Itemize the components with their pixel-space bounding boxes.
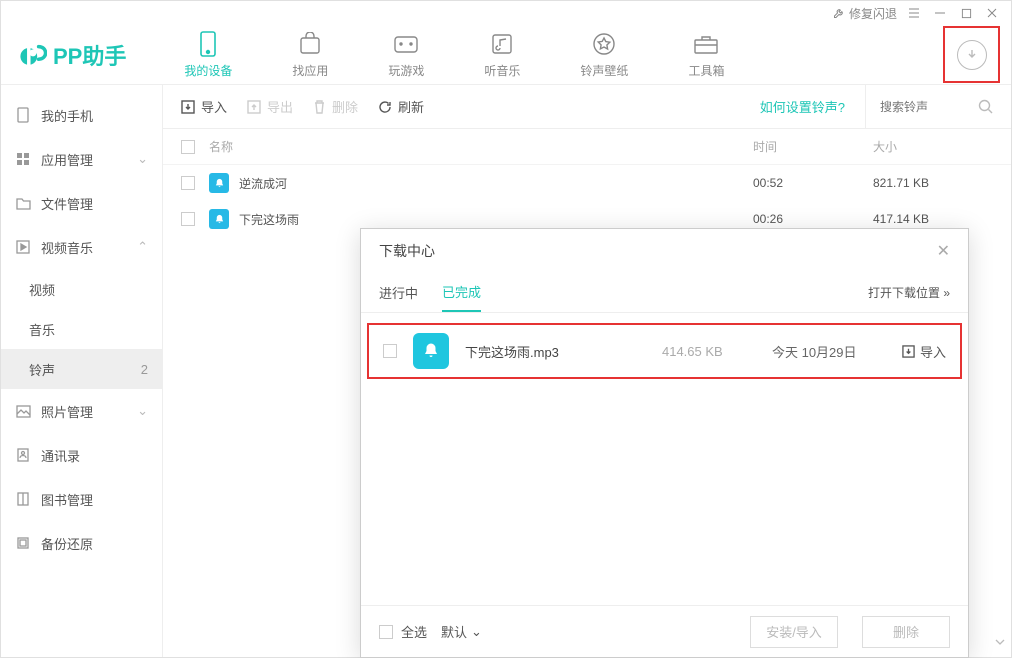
close-icon[interactable] <box>983 4 1001 22</box>
dialog-close-icon[interactable]: ✕ <box>937 241 950 261</box>
chevron-down-icon: ⌄ <box>137 151 148 167</box>
download-center-button[interactable] <box>943 26 1000 83</box>
chevron-up-icon: ⌃ <box>137 239 148 255</box>
music-icon <box>489 31 515 57</box>
download-icon <box>957 40 987 70</box>
nav-toolbox[interactable]: 工具箱 <box>688 31 724 79</box>
table-header: 名称 时间 大小 <box>163 129 1011 165</box>
sidebar-sub-music[interactable]: 音乐 <box>1 309 162 349</box>
download-date: 今天 10月29日 <box>772 342 902 361</box>
device-icon <box>15 107 31 123</box>
sidebar-files[interactable]: 文件管理 <box>1 181 162 225</box>
contacts-icon <box>15 447 31 463</box>
file-bell-icon <box>413 333 449 369</box>
dialog-title: 下载中心 <box>379 241 435 261</box>
image-icon <box>15 403 31 419</box>
nav-ringtone-wallpaper[interactable]: 铃声壁纸 <box>580 31 628 79</box>
col-time: 时间 <box>753 138 873 155</box>
book-icon <box>15 491 31 507</box>
sidebar-sub-ringtone[interactable]: 铃声 2 <box>1 349 162 389</box>
import-icon <box>902 345 915 358</box>
refresh-icon <box>378 100 392 114</box>
star-icon <box>591 31 617 57</box>
chevron-down-icon: ⌄ <box>137 403 148 419</box>
select-all-checkbox[interactable] <box>379 625 393 639</box>
wrench-icon <box>833 7 845 19</box>
select-all-checkbox[interactable] <box>181 140 195 154</box>
row-checkbox[interactable] <box>181 212 195 226</box>
app-logo: PP助手 <box>1 39 144 71</box>
search-icon[interactable] <box>978 99 993 114</box>
sidebar-backup[interactable]: 备份还原 <box>1 521 162 565</box>
import-button[interactable]: 导入 <box>181 97 227 116</box>
toolbox-icon <box>693 31 719 57</box>
sidebar-video-music[interactable]: 视频音乐 ⌃ <box>1 225 162 269</box>
col-size: 大小 <box>873 138 993 155</box>
nav-find-app[interactable]: 找应用 <box>292 31 328 79</box>
backup-icon <box>15 535 31 551</box>
trash-icon <box>313 100 326 114</box>
folder-icon <box>15 195 31 211</box>
nav-my-device[interactable]: 我的设备 <box>184 31 232 79</box>
fix-crash-button[interactable]: 修复闪退 <box>833 5 897 22</box>
minimize-icon[interactable] <box>931 4 949 22</box>
table-row[interactable]: 逆流成河 00:52 821.71 KB <box>163 165 1011 201</box>
logo-text: PP助手 <box>53 39 126 71</box>
toolbar: 导入 导出 删除 刷新 如何设置铃声? <box>163 85 1011 129</box>
sidebar-books[interactable]: 图书管理 <box>1 477 162 521</box>
sidebar-contacts[interactable]: 通讯录 <box>1 433 162 477</box>
sidebar-my-phone[interactable]: 我的手机 <box>1 93 162 137</box>
download-filename: 下完这场雨.mp3 <box>465 342 662 361</box>
tab-done[interactable]: 已完成 <box>442 273 481 312</box>
download-row[interactable]: 下完这场雨.mp3 414.65 KB 今天 10月29日 导入 <box>367 323 962 379</box>
install-import-button[interactable]: 安装/导入 <box>750 616 838 648</box>
bag-icon <box>297 31 323 57</box>
sidebar-sub-video[interactable]: 视频 <box>1 269 162 309</box>
logo-icon <box>19 41 47 69</box>
export-icon <box>247 100 261 114</box>
bell-icon <box>209 173 229 193</box>
main-pane: 导入 导出 删除 刷新 如何设置铃声? 名称 时间 <box>163 85 1011 657</box>
chevron-down-icon: ⌄ <box>471 624 482 640</box>
top-nav: PP助手 我的设备 找应用 玩游戏 听音乐 铃声壁纸 工具箱 <box>1 25 1011 85</box>
col-name: 名称 <box>209 138 753 155</box>
menu-icon[interactable] <box>905 4 923 22</box>
bell-icon <box>209 209 229 229</box>
download-row-checkbox[interactable] <box>383 344 397 358</box>
gamepad-icon <box>393 31 419 57</box>
row-checkbox[interactable] <box>181 176 195 190</box>
export-button[interactable]: 导出 <box>247 97 293 116</box>
scroll-down-icon[interactable] <box>993 635 1007 649</box>
refresh-button[interactable]: 刷新 <box>378 97 424 116</box>
open-download-location[interactable]: 打开下载位置 » <box>868 284 950 301</box>
tab-in-progress[interactable]: 进行中 <box>379 273 418 312</box>
ringtone-count: 2 <box>141 362 148 377</box>
dialog-delete-button[interactable]: 删除 <box>862 616 950 648</box>
search-input[interactable] <box>880 100 970 114</box>
phone-icon <box>195 31 221 57</box>
nav-games[interactable]: 玩游戏 <box>388 31 424 79</box>
import-icon <box>181 100 195 114</box>
grid-icon <box>15 151 31 167</box>
default-dropdown[interactable]: 默认 ⌄ <box>441 622 482 641</box>
sidebar-apps[interactable]: 应用管理 ⌄ <box>1 137 162 181</box>
download-filesize: 414.65 KB <box>662 344 772 359</box>
fix-crash-label: 修复闪退 <box>849 5 897 22</box>
play-icon <box>15 239 31 255</box>
maximize-icon[interactable] <box>957 4 975 22</box>
howto-link[interactable]: 如何设置铃声? <box>760 97 845 116</box>
sidebar-photos[interactable]: 照片管理 ⌄ <box>1 389 162 433</box>
select-all-button[interactable]: 全选 <box>379 622 427 641</box>
nav-music[interactable]: 听音乐 <box>484 31 520 79</box>
download-import-button[interactable]: 导入 <box>902 342 946 361</box>
titlebar: 修复闪退 <box>1 1 1011 25</box>
sidebar: 我的手机 应用管理 ⌄ 文件管理 视频音乐 ⌃ 视频 音乐 铃声 2 照片管理 … <box>1 85 163 657</box>
delete-button[interactable]: 删除 <box>313 97 358 116</box>
search-wrap <box>865 85 993 128</box>
download-center-dialog: 下载中心 ✕ 进行中 已完成 打开下载位置 » 下完这场雨.mp3 414.65… <box>360 228 969 658</box>
